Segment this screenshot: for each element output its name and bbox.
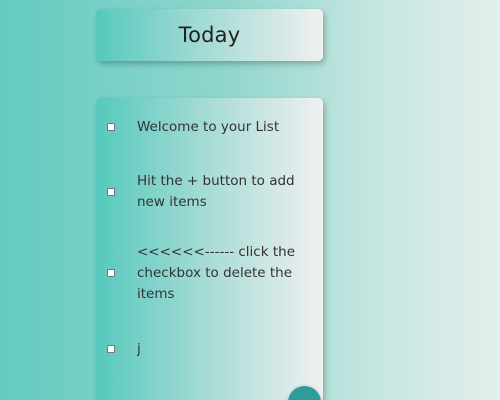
page-title: Today xyxy=(178,23,241,47)
list-item: <<<<<<------ click the checkbox to delet… xyxy=(96,242,323,305)
delete-checkbox[interactable] xyxy=(107,269,115,277)
list-item-text: j xyxy=(137,341,141,357)
list-item: j xyxy=(96,339,323,360)
delete-checkbox[interactable] xyxy=(107,188,115,196)
list-item-text: Hit the + button to add new items xyxy=(137,173,295,210)
header-card: Today xyxy=(96,9,323,61)
list-item: Welcome to your List xyxy=(96,117,323,138)
list-item: Hit the + button to add new items xyxy=(96,171,323,213)
list-item-text: Welcome to your List xyxy=(137,119,280,135)
delete-checkbox[interactable] xyxy=(107,345,115,353)
list-item-text: <<<<<<------ click the checkbox to delet… xyxy=(137,244,295,302)
delete-checkbox[interactable] xyxy=(107,123,115,131)
todo-list: Welcome to your List Hit the + button to… xyxy=(96,98,323,400)
